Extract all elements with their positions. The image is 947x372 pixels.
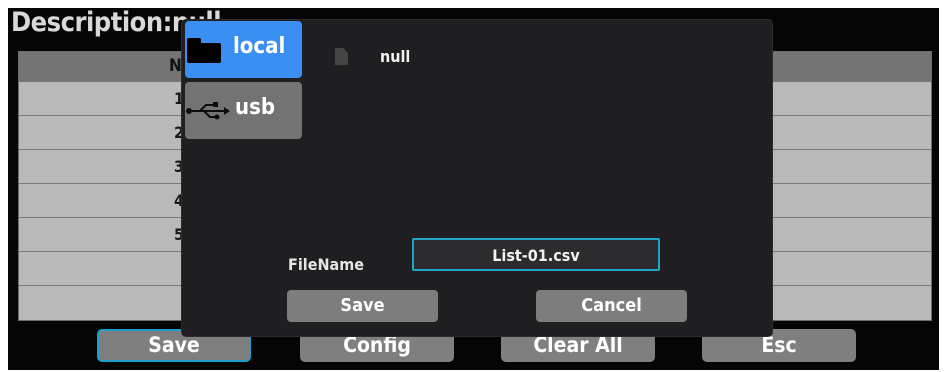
screen: Description:null N 1 2 3 4 5 Save Config… — [8, 8, 939, 370]
sidebar-item-label: usb — [235, 95, 276, 120]
sidebar-item-label: local — [233, 34, 286, 59]
sidebar-item-usb[interactable]: usb — [185, 82, 302, 139]
save-file-dialog: local usb null FileName List-01.csv Save… — [182, 20, 772, 336]
filename-input[interactable]: List-01.csv — [412, 238, 660, 271]
folder-icon — [187, 38, 221, 63]
save-button[interactable]: Save — [287, 290, 438, 322]
sidebar-item-local[interactable]: local — [185, 21, 302, 78]
file-icon — [335, 48, 348, 65]
column-header-number: N — [169, 56, 182, 76]
usb-icon — [186, 102, 230, 120]
cancel-button[interactable]: Cancel — [536, 290, 687, 322]
filename-label: FileName — [288, 255, 364, 274]
file-list-item[interactable]: null — [380, 47, 410, 66]
